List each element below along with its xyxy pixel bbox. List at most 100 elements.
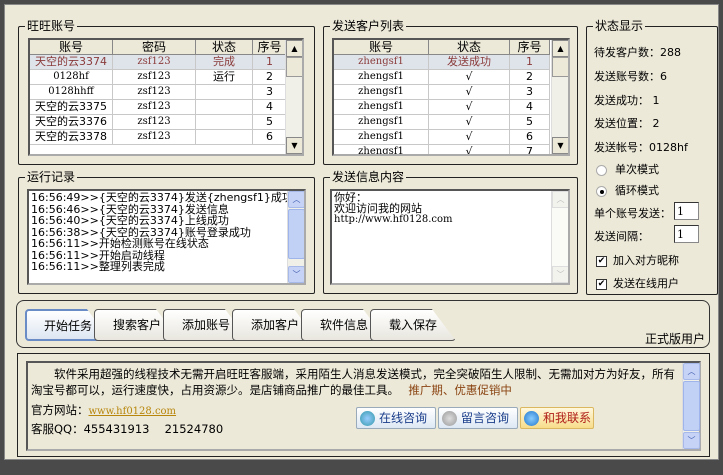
table-cell: 5 [510, 115, 550, 129]
message-scrollbar[interactable]: ︿ ﹀ [551, 191, 568, 283]
table-cell: 1 [253, 55, 287, 69]
col-index[interactable]: 序号 [253, 40, 287, 54]
col-status[interactable]: 状态 [429, 40, 510, 54]
message-line: 欢迎访问我的网站 [334, 202, 422, 215]
account-count: 发送账号数：6 [594, 70, 667, 83]
scroll-up-icon[interactable]: ▲ [286, 40, 302, 57]
table-cell: 6 [253, 130, 287, 144]
smiley-icon [524, 411, 539, 426]
table-row[interactable]: zhengsf1 √ 6 [334, 130, 550, 145]
log-title: 运行记录 [25, 170, 78, 184]
accounts-list[interactable]: 账号 密码 状态 序号 天空的云3374 zsf123 完成 1 0128hf zsf12… [28, 38, 304, 156]
log-scrollbar[interactable]: ︿ ﹀ [287, 191, 304, 283]
mode-loop-label: 循环模式 [615, 184, 659, 197]
table-row[interactable]: zhengsf1 发送成功 1 [334, 55, 550, 70]
table-cell: √ [429, 130, 510, 144]
scroll-thumb[interactable] [552, 57, 568, 77]
table-cell: √ [429, 70, 510, 84]
scroll-thumb[interactable] [683, 381, 700, 431]
table-cell: 1 [510, 55, 550, 69]
info-scrollbar[interactable]: ︿ ﹀ [682, 363, 700, 449]
table-cell: zsf123 [113, 70, 196, 84]
customers-scrollbar[interactable]: ▲ ▼ [551, 40, 568, 154]
license-label: 正式版用户 [644, 332, 705, 346]
add-nick-label: 加入对方昵称 [613, 254, 679, 267]
add-nick-checkbox[interactable]: ✔ 加入对方昵称 [596, 252, 679, 268]
info-panel: 软件采用超强的线程技术无需开启旺旺客服端，采用陌生人消息发送模式，完全突破陌生人… [17, 353, 710, 457]
table-row[interactable]: 天空的云3375 zsf123 4 [30, 100, 287, 115]
table-row[interactable]: 天空的云3376 zsf123 5 [30, 115, 287, 130]
message-line: http://www.hf0128.com [334, 214, 453, 225]
online-only-checkbox[interactable]: ✔ 发送在线用户 [596, 275, 679, 291]
customers-title: 发送客户列表 [330, 19, 407, 33]
table-row[interactable]: 天空的云3374 zsf123 完成 1 [30, 55, 287, 70]
log-textarea[interactable]: 16:56:49>>{天空的云3374}发送{zhengsf1}成功 16:56:… [27, 189, 306, 285]
radio-icon[interactable] [596, 164, 607, 176]
customers-header: 账号 状态 序号 [334, 40, 550, 55]
radio-checked-icon[interactable] [596, 185, 607, 197]
interval-input[interactable] [674, 225, 699, 243]
table-cell: 7 [510, 145, 550, 154]
scroll-down-icon[interactable]: ﹀ [683, 432, 700, 449]
scroll-up-icon[interactable]: ︿ [552, 191, 568, 208]
table-cell: zsf123 [113, 55, 196, 69]
message-title: 发送信息内容 [330, 170, 407, 184]
scroll-down-icon[interactable]: ﹀ [288, 266, 304, 283]
message-group: 发送信息内容 你好： 欢迎访问我的网站 http://www.hf0128.co… [323, 170, 578, 294]
online-only-label: 发送在线用户 [613, 277, 679, 290]
col-status[interactable]: 状态 [196, 40, 253, 54]
scroll-up-icon[interactable]: ▲ [552, 40, 568, 57]
main-window: 旺旺账号 账号 密码 状态 序号 天空的云3374 zsf123 完成 1 0128hf… [4, 4, 719, 460]
table-cell: 天空的云3378 [30, 130, 113, 144]
table-cell: zsf123 [113, 100, 196, 114]
table-cell [196, 85, 253, 99]
col-index[interactable]: 序号 [510, 40, 550, 54]
table-cell: zhengsf1 [334, 115, 429, 129]
table-cell: 4 [253, 100, 287, 114]
table-row[interactable]: 0128hf zsf123 运行 2 [30, 70, 287, 85]
col-password[interactable]: 密码 [113, 40, 196, 54]
scroll-down-icon[interactable]: ▼ [552, 137, 568, 154]
scroll-thumb[interactable] [286, 57, 302, 77]
col-account[interactable]: 账号 [334, 40, 429, 54]
scroll-up-icon[interactable]: ︿ [683, 363, 700, 380]
customers-list[interactable]: 账号 状态 序号 zhengsf1 发送成功 1 zhengsf1 √ 2 zhengsf1… [332, 38, 570, 156]
per-account-input[interactable] [674, 202, 699, 220]
table-row[interactable]: 天空的云3378 zsf123 6 [30, 130, 287, 145]
tab-5[interactable]: 载入保存 [370, 309, 456, 341]
table-cell [196, 130, 253, 144]
leave-message-button[interactable]: 留言咨询 [438, 407, 518, 429]
table-cell: 0128hf [30, 70, 113, 84]
success-count: 发送成功： 1 [594, 94, 660, 107]
message-textarea[interactable]: 你好： 欢迎访问我的网站 http://www.hf0128.com ︿ ﹀ [330, 189, 570, 285]
col-account[interactable]: 账号 [30, 40, 113, 54]
table-row[interactable]: zhengsf1 √ 2 [334, 70, 550, 85]
mode-loop-radio[interactable]: 循环模式 [596, 182, 659, 198]
log-line: 16:56:11>>整理列表完成 [31, 260, 165, 273]
checkbox-checked-icon[interactable]: ✔ [596, 278, 607, 290]
table-cell: 2 [253, 70, 287, 84]
checkbox-checked-icon[interactable]: ✔ [596, 255, 607, 267]
status-group: 状态显示 待发客户数：288 发送账号数：6 发送成功： 1 发送位置： 2 发… [586, 19, 718, 295]
mode-single-label: 单次模式 [615, 163, 659, 176]
qq-text: 客服QQ：455431913 21524780 [31, 422, 224, 436]
scroll-down-icon[interactable]: ﹀ [552, 266, 568, 283]
scroll-up-icon[interactable]: ︿ [288, 191, 304, 208]
scroll-thumb[interactable] [288, 209, 304, 259]
mode-single-radio[interactable]: 单次模式 [596, 161, 659, 177]
accounts-scrollbar[interactable]: ▲ ▼ [285, 40, 302, 154]
contact-me-button[interactable]: 和我联系 [520, 407, 594, 429]
log-line: 16:56:11>>开始检测账号在线状态 [31, 237, 209, 250]
table-row[interactable]: 0128hhff zsf123 3 [30, 85, 287, 100]
online-consult-button[interactable]: 在线咨询 [356, 407, 436, 429]
table-row[interactable]: zhengsf1 √ 5 [334, 115, 550, 130]
table-cell: 2 [510, 70, 550, 84]
site-link[interactable]: www.hf0128.com [89, 406, 177, 417]
table-row[interactable]: zhengsf1 √ 3 [334, 85, 550, 100]
table-cell: 天空的云3374 [30, 55, 113, 69]
table-row[interactable]: zhengsf1 √ 4 [334, 100, 550, 115]
table-row[interactable]: zhengsf1 √ 7 [334, 145, 550, 154]
table-cell: zhengsf1 [334, 85, 429, 99]
table-cell: zhengsf1 [334, 70, 429, 84]
scroll-down-icon[interactable]: ▼ [286, 137, 302, 154]
